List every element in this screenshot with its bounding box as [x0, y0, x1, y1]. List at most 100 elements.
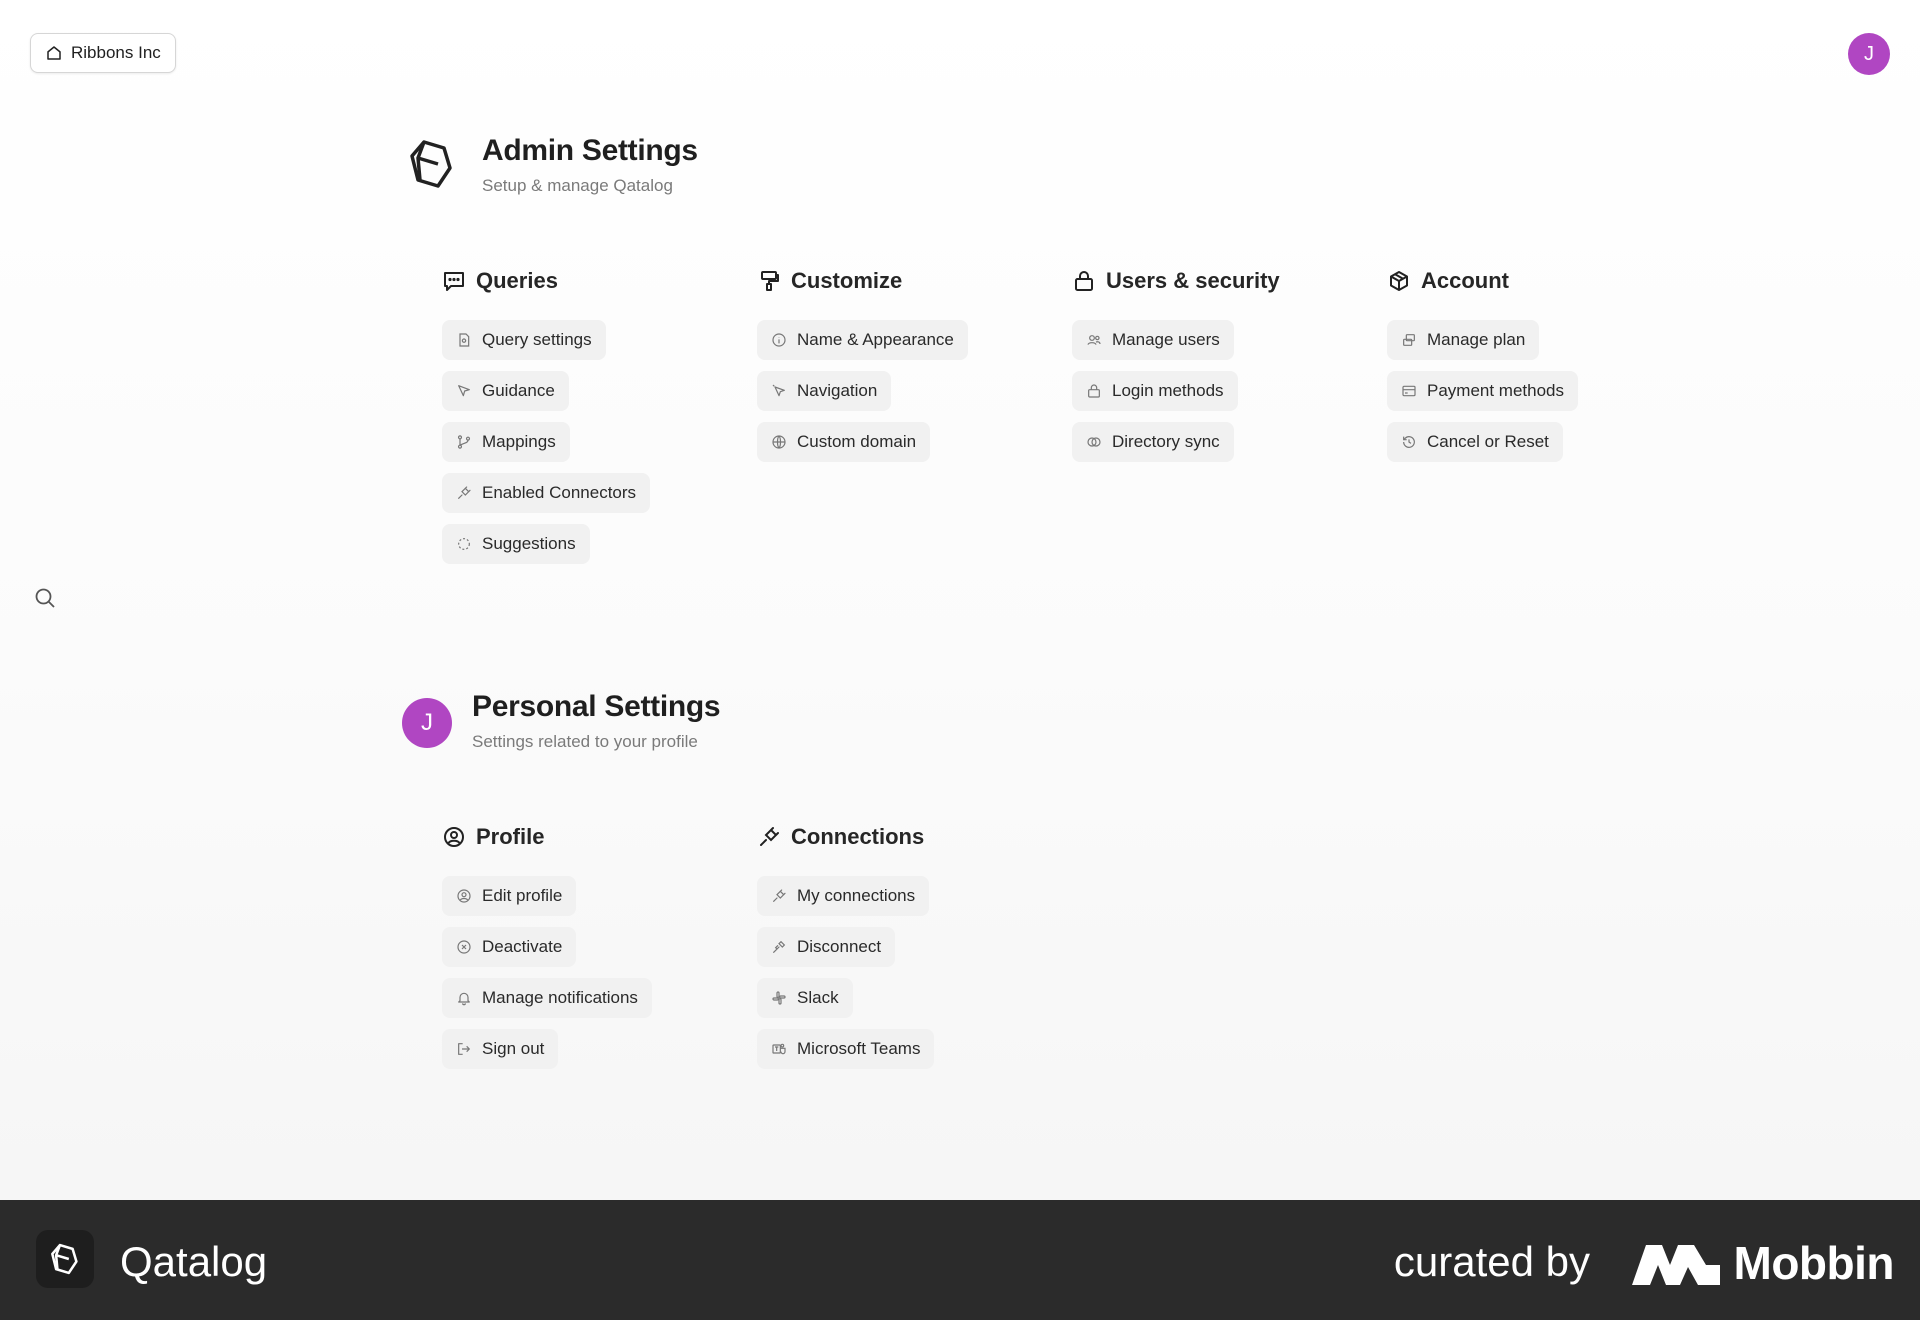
- group-title-users-security: Users & security: [1072, 266, 1372, 296]
- workspace-button[interactable]: Ribbons Inc: [30, 33, 176, 73]
- avatar-initial: J: [421, 709, 433, 736]
- item-label: Cancel or Reset: [1427, 432, 1549, 451]
- lock-icon: [1088, 384, 1100, 398]
- cursor-click-icon: [772, 384, 785, 397]
- personal-settings-subtitle: Settings related to your profile: [472, 732, 698, 751]
- group-label: Queries: [476, 268, 558, 293]
- bell-icon: [458, 992, 470, 1006]
- item-label: Manage users: [1112, 330, 1220, 349]
- my-connections-button[interactable]: My connections: [757, 876, 930, 916]
- directory-sync-button[interactable]: Directory sync: [1072, 422, 1234, 462]
- lock-icon: [1075, 271, 1093, 291]
- group-label: Users & security: [1106, 268, 1280, 293]
- microsoft-teams-button[interactable]: Microsoft Teams: [757, 1029, 935, 1069]
- enabled-connectors-button[interactable]: Enabled Connectors: [442, 473, 651, 513]
- sign-out-button[interactable]: Sign out: [442, 1029, 559, 1069]
- user-circle-icon: [457, 889, 471, 903]
- admin-settings-header: Admin Settings Setup & manage Qatalog: [402, 134, 698, 199]
- sync-icon: [1087, 437, 1101, 447]
- curated-by-text: curated by: [1393, 1238, 1590, 1285]
- globe-icon: [772, 435, 786, 449]
- group-users-security: Users & security Manage users Login meth…: [1072, 266, 1372, 473]
- sign-out-icon: [458, 1043, 470, 1055]
- custom-domain-button[interactable]: Custom domain: [757, 422, 931, 462]
- item-label: Manage plan: [1427, 330, 1526, 349]
- plug-icon: [458, 486, 471, 499]
- unplug-icon: [773, 940, 786, 953]
- group-account: Account Manage plan Payment methods Canc…: [1387, 266, 1687, 473]
- admin-settings-title: Admin Settings: [482, 134, 698, 167]
- name-appearance-button[interactable]: Name & Appearance: [757, 320, 968, 360]
- mobbin-wordmark: Mobbin: [1733, 1237, 1895, 1289]
- swap-icon: [1403, 334, 1415, 346]
- group-title-connections: Connections: [757, 822, 1057, 852]
- group-title-queries: Queries: [442, 266, 742, 296]
- mobbin-logo: Mobbin: [1631, 1236, 1895, 1290]
- qatalog-footer-logo-icon: [36, 1230, 94, 1288]
- group-title-account: Account: [1387, 266, 1687, 296]
- payment-methods-button[interactable]: Payment methods: [1387, 371, 1579, 411]
- item-label: Payment methods: [1427, 381, 1565, 400]
- x-circle-icon: [457, 940, 471, 954]
- group-profile: Profile Edit profile Deactivate Manage n…: [442, 822, 742, 1080]
- disconnect-button[interactable]: Disconnect: [757, 927, 896, 967]
- item-label: Enabled Connectors: [482, 483, 637, 502]
- item-label: Login methods: [1112, 381, 1224, 400]
- personal-avatar: J: [402, 698, 452, 748]
- info-icon: [772, 333, 786, 347]
- slack-icon: [772, 991, 786, 1005]
- app-screen: Ribbons Inc J Admin Settings Setup & man…: [0, 0, 1920, 1200]
- credit-card-icon: [1402, 385, 1416, 397]
- login-methods-button[interactable]: Login methods: [1072, 371, 1238, 411]
- item-label: Disconnect: [797, 937, 882, 956]
- git-branch-icon: [457, 435, 471, 449]
- item-label: Sign out: [482, 1039, 545, 1058]
- item-label: Guidance: [482, 381, 555, 400]
- item-label: Query settings: [482, 330, 592, 349]
- user-avatar[interactable]: J: [1848, 33, 1890, 75]
- deactivate-button[interactable]: Deactivate: [442, 927, 577, 967]
- group-connections: Connections My connections Disconnect Sl…: [757, 822, 1057, 1080]
- qatalog-logo-icon: [402, 134, 462, 199]
- item-label: Name & Appearance: [797, 330, 954, 349]
- group-label: Customize: [791, 268, 903, 293]
- cursor-icon: [458, 385, 470, 397]
- mappings-button[interactable]: Mappings: [442, 422, 570, 462]
- users-icon: [1087, 335, 1101, 345]
- file-icon: [459, 333, 470, 347]
- suggestions-button[interactable]: Suggestions: [442, 524, 590, 564]
- group-label: Connections: [791, 824, 925, 849]
- edit-profile-button[interactable]: Edit profile: [442, 876, 577, 916]
- user-circle-icon: [444, 827, 464, 847]
- avatar-initial: J: [1864, 42, 1874, 65]
- manage-notifications-button[interactable]: Manage notifications: [442, 978, 652, 1018]
- group-title-profile: Profile: [442, 822, 742, 852]
- admin-settings-subtitle: Setup & manage Qatalog: [482, 176, 673, 195]
- workspace-label: Ribbons Inc: [71, 43, 161, 62]
- loader-circle-icon: [458, 538, 470, 550]
- slack-button[interactable]: Slack: [757, 978, 853, 1018]
- package-icon: [1390, 271, 1408, 291]
- guidance-button[interactable]: Guidance: [442, 371, 569, 411]
- message-square-icon: [444, 272, 464, 291]
- plug-icon: [773, 889, 786, 902]
- query-settings-button[interactable]: Query settings: [442, 320, 606, 360]
- item-label: Manage notifications: [482, 988, 638, 1007]
- item-label: Directory sync: [1112, 432, 1220, 451]
- item-label: Custom domain: [797, 432, 917, 451]
- manage-users-button[interactable]: Manage users: [1072, 320, 1234, 360]
- footer-bar: Qatalog curated by Mobbin: [0, 1200, 1920, 1320]
- home-icon: [47, 46, 61, 60]
- item-label: Mappings: [482, 432, 556, 451]
- item-label: Edit profile: [482, 886, 563, 905]
- manage-plan-button[interactable]: Manage plan: [1387, 320, 1540, 360]
- navigation-button[interactable]: Navigation: [757, 371, 892, 411]
- mobbin-mark-icon: [1631, 1245, 1720, 1285]
- item-label: Microsoft Teams: [797, 1039, 921, 1058]
- cancel-reset-button[interactable]: Cancel or Reset: [1387, 422, 1563, 462]
- item-label: Deactivate: [482, 937, 563, 956]
- search-icon[interactable]: [33, 586, 57, 610]
- group-label: Profile: [476, 824, 545, 849]
- personal-settings-header: J Personal Settings Settings related to …: [402, 690, 721, 752]
- history-icon: [1403, 436, 1415, 448]
